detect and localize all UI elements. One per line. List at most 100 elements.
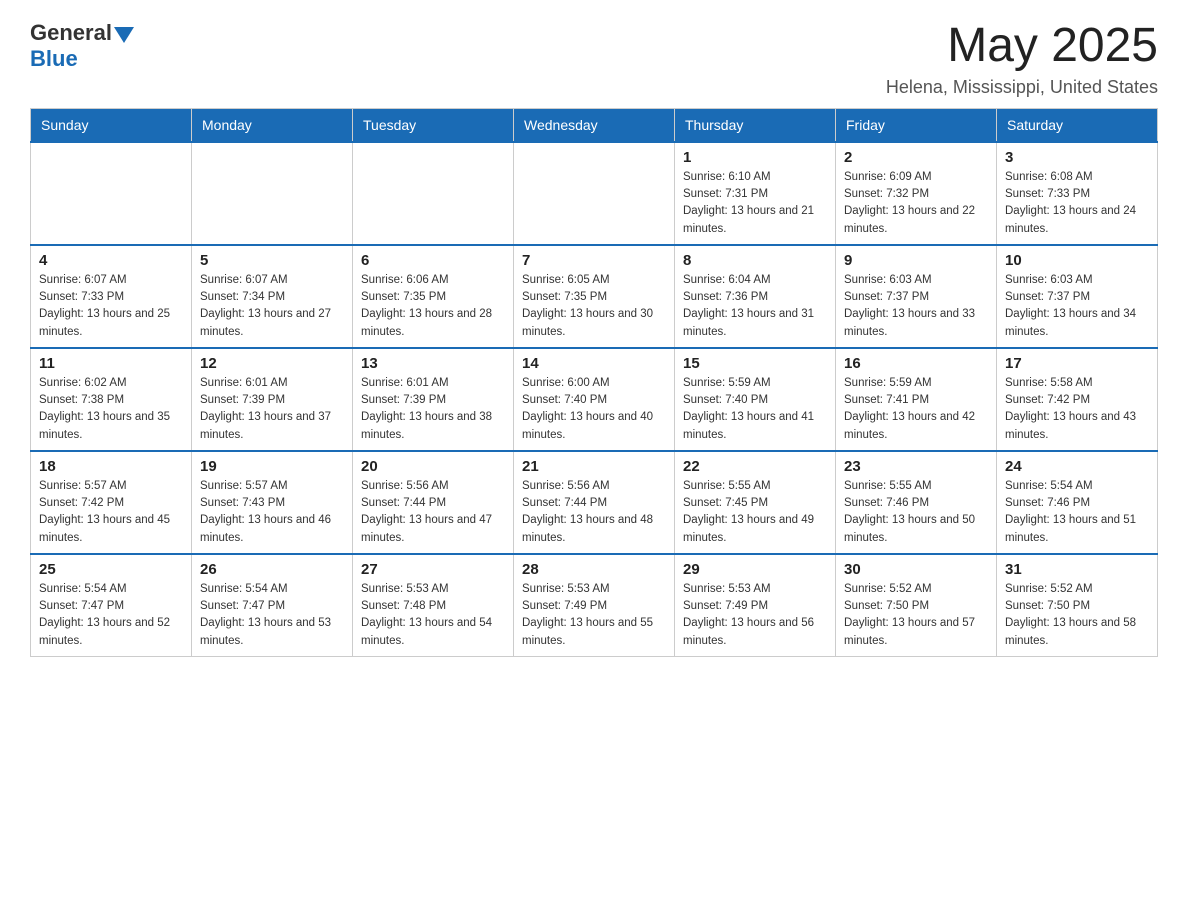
day-number: 23	[844, 458, 988, 475]
calendar-cell	[31, 142, 192, 245]
day-info: Sunrise: 6:06 AM Sunset: 7:35 PM Dayligh…	[361, 272, 505, 341]
calendar-cell	[514, 142, 675, 245]
day-info: Sunrise: 6:03 AM Sunset: 7:37 PM Dayligh…	[844, 272, 988, 341]
calendar-cell: 3Sunrise: 6:08 AM Sunset: 7:33 PM Daylig…	[997, 142, 1158, 245]
day-info: Sunrise: 6:07 AM Sunset: 7:34 PM Dayligh…	[200, 272, 344, 341]
day-number: 27	[361, 561, 505, 578]
day-number: 9	[844, 252, 988, 269]
calendar-cell: 10 Sunrise: 6:03 AM Sunset: 7:37 PM Dayli…	[997, 245, 1158, 348]
calendar-cell: 22Sunrise: 5:55 AM Sunset: 7:45 PM Dayli…	[675, 451, 836, 554]
day-number: 24	[1005, 458, 1149, 475]
page-header: General Blue May 2025 Helena, Mississipp…	[30, 20, 1158, 98]
day-info: Sunrise: 6:01 AM Sunset: 7:39 PM Dayligh…	[200, 375, 344, 444]
day-info: Sunrise: 5:54 AM Sunset: 7:46 PM Dayligh…	[1005, 478, 1149, 547]
calendar-cell: 11 Sunrise: 6:02 AM Sunset: 7:38 PM Dayli…	[31, 348, 192, 451]
calendar-cell: 30Sunrise: 5:52 AM Sunset: 7:50 PM Dayli…	[836, 554, 997, 657]
calendar-cell: 31 Sunrise: 5:52 AM Sunset: 7:50 PM Dayli…	[997, 554, 1158, 657]
col-header-thursday: Thursday	[675, 108, 836, 142]
day-info: Sunrise: 5:54 AM Sunset: 7:47 PM Dayligh…	[200, 581, 344, 650]
day-info: Sunrise: 5:52 AM Sunset: 7:50 PM Dayligh…	[1005, 581, 1149, 650]
calendar-cell: 17 Sunrise: 5:58 AM Sunset: 7:42 PM Dayli…	[997, 348, 1158, 451]
day-info: Sunrise: 6:01 AM Sunset: 7:39 PM Dayligh…	[361, 375, 505, 444]
day-info: Sunrise: 6:10 AM Sunset: 7:31 PM Dayligh…	[683, 169, 827, 238]
day-info: Sunrise: 6:08 AM Sunset: 7:33 PM Dayligh…	[1005, 169, 1149, 238]
calendar-cell	[353, 142, 514, 245]
day-info: Sunrise: 5:53 AM Sunset: 7:48 PM Dayligh…	[361, 581, 505, 650]
day-number: 28	[522, 561, 666, 578]
day-number: 12	[200, 355, 344, 372]
day-number: 5	[200, 252, 344, 269]
day-info: Sunrise: 5:55 AM Sunset: 7:46 PM Dayligh…	[844, 478, 988, 547]
calendar-cell: 15Sunrise: 5:59 AM Sunset: 7:40 PM Dayli…	[675, 348, 836, 451]
day-number: 29	[683, 561, 827, 578]
logo: General Blue	[30, 20, 134, 72]
day-number: 2	[844, 149, 988, 166]
calendar-cell: 9 Sunrise: 6:03 AM Sunset: 7:37 PM Daylig…	[836, 245, 997, 348]
calendar-week-row: 11 Sunrise: 6:02 AM Sunset: 7:38 PM Dayli…	[31, 348, 1158, 451]
day-info: Sunrise: 5:53 AM Sunset: 7:49 PM Dayligh…	[683, 581, 827, 650]
day-number: 8	[683, 252, 827, 269]
day-number: 15	[683, 355, 827, 372]
col-header-tuesday: Tuesday	[353, 108, 514, 142]
day-number: 7	[522, 252, 666, 269]
calendar-cell: 25Sunrise: 5:54 AM Sunset: 7:47 PM Dayli…	[31, 554, 192, 657]
day-number: 14	[522, 355, 666, 372]
calendar-cell: 2 Sunrise: 6:09 AM Sunset: 7:32 PM Daylig…	[836, 142, 997, 245]
day-info: Sunrise: 5:58 AM Sunset: 7:42 PM Dayligh…	[1005, 375, 1149, 444]
calendar-week-row: 4 Sunrise: 6:07 AM Sunset: 7:33 PM Daylig…	[31, 245, 1158, 348]
calendar-cell	[192, 142, 353, 245]
day-number: 18	[39, 458, 183, 475]
day-number: 4	[39, 252, 183, 269]
calendar-cell: 7 Sunrise: 6:05 AM Sunset: 7:35 PM Daylig…	[514, 245, 675, 348]
day-number: 20	[361, 458, 505, 475]
day-info: Sunrise: 6:04 AM Sunset: 7:36 PM Dayligh…	[683, 272, 827, 341]
calendar-cell: 5 Sunrise: 6:07 AM Sunset: 7:34 PM Daylig…	[192, 245, 353, 348]
day-number: 11	[39, 355, 183, 372]
day-info: Sunrise: 5:57 AM Sunset: 7:42 PM Dayligh…	[39, 478, 183, 547]
col-header-friday: Friday	[836, 108, 997, 142]
calendar-week-row: 1Sunrise: 6:10 AM Sunset: 7:31 PM Daylig…	[31, 142, 1158, 245]
day-info: Sunrise: 5:56 AM Sunset: 7:44 PM Dayligh…	[522, 478, 666, 547]
title-block: May 2025 Helena, Mississippi, United Sta…	[886, 20, 1158, 98]
day-info: Sunrise: 5:53 AM Sunset: 7:49 PM Dayligh…	[522, 581, 666, 650]
calendar-header-row: SundayMondayTuesdayWednesdayThursdayFrid…	[31, 108, 1158, 142]
logo-triangle-icon	[114, 27, 134, 43]
logo-general: General	[30, 20, 112, 46]
calendar-cell: 16Sunrise: 5:59 AM Sunset: 7:41 PM Dayli…	[836, 348, 997, 451]
day-info: Sunrise: 5:55 AM Sunset: 7:45 PM Dayligh…	[683, 478, 827, 547]
day-number: 13	[361, 355, 505, 372]
col-header-saturday: Saturday	[997, 108, 1158, 142]
calendar-cell: 28 Sunrise: 5:53 AM Sunset: 7:49 PM Dayli…	[514, 554, 675, 657]
calendar-week-row: 25Sunrise: 5:54 AM Sunset: 7:47 PM Dayli…	[31, 554, 1158, 657]
logo-blue: Blue	[30, 46, 78, 71]
calendar-cell: 20 Sunrise: 5:56 AM Sunset: 7:44 PM Dayli…	[353, 451, 514, 554]
day-number: 26	[200, 561, 344, 578]
day-info: Sunrise: 5:56 AM Sunset: 7:44 PM Dayligh…	[361, 478, 505, 547]
calendar-cell: 24 Sunrise: 5:54 AM Sunset: 7:46 PM Dayli…	[997, 451, 1158, 554]
calendar-table: SundayMondayTuesdayWednesdayThursdayFrid…	[30, 108, 1158, 657]
day-number: 31	[1005, 561, 1149, 578]
day-info: Sunrise: 6:05 AM Sunset: 7:35 PM Dayligh…	[522, 272, 666, 341]
calendar-week-row: 18 Sunrise: 5:57 AM Sunset: 7:42 PM Dayli…	[31, 451, 1158, 554]
calendar-cell: 4 Sunrise: 6:07 AM Sunset: 7:33 PM Daylig…	[31, 245, 192, 348]
location-subtitle: Helena, Mississippi, United States	[886, 77, 1158, 98]
day-number: 30	[844, 561, 988, 578]
day-info: Sunrise: 6:07 AM Sunset: 7:33 PM Dayligh…	[39, 272, 183, 341]
day-number: 10	[1005, 252, 1149, 269]
day-info: Sunrise: 6:02 AM Sunset: 7:38 PM Dayligh…	[39, 375, 183, 444]
col-header-monday: Monday	[192, 108, 353, 142]
calendar-cell: 26 Sunrise: 5:54 AM Sunset: 7:47 PM Dayli…	[192, 554, 353, 657]
day-info: Sunrise: 6:09 AM Sunset: 7:32 PM Dayligh…	[844, 169, 988, 238]
day-info: Sunrise: 5:54 AM Sunset: 7:47 PM Dayligh…	[39, 581, 183, 650]
day-info: Sunrise: 6:03 AM Sunset: 7:37 PM Dayligh…	[1005, 272, 1149, 341]
calendar-cell: 14Sunrise: 6:00 AM Sunset: 7:40 PM Dayli…	[514, 348, 675, 451]
day-number: 19	[200, 458, 344, 475]
day-number: 16	[844, 355, 988, 372]
day-info: Sunrise: 5:57 AM Sunset: 7:43 PM Dayligh…	[200, 478, 344, 547]
month-year-title: May 2025	[886, 20, 1158, 73]
day-number: 17	[1005, 355, 1149, 372]
calendar-cell: 19 Sunrise: 5:57 AM Sunset: 7:43 PM Dayli…	[192, 451, 353, 554]
calendar-cell: 27 Sunrise: 5:53 AM Sunset: 7:48 PM Dayli…	[353, 554, 514, 657]
calendar-cell: 1Sunrise: 6:10 AM Sunset: 7:31 PM Daylig…	[675, 142, 836, 245]
calendar-cell: 23 Sunrise: 5:55 AM Sunset: 7:46 PM Dayli…	[836, 451, 997, 554]
